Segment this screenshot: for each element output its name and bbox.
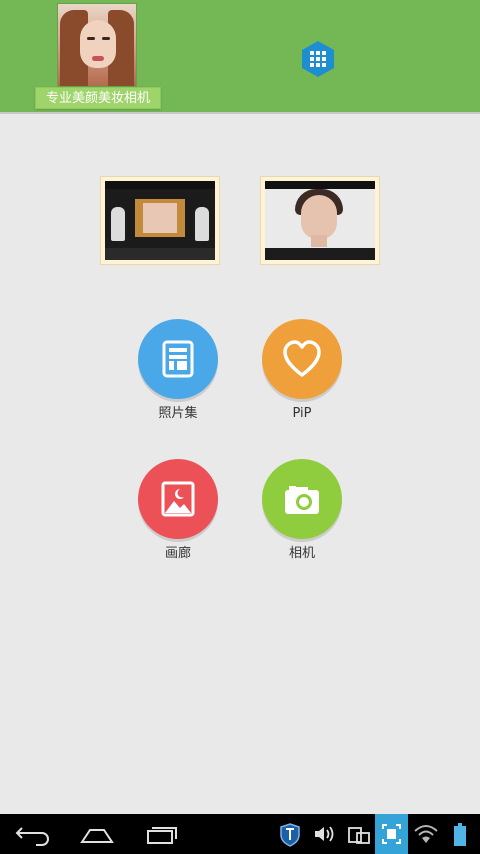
thumbnail-face	[301, 195, 337, 239]
app-header: 专业美颜美妆相机	[0, 0, 480, 114]
tile-camera[interactable]: 相机	[262, 459, 342, 563]
window-switch-icon	[348, 827, 370, 844]
volume-icon	[315, 826, 334, 842]
volume-tray-item[interactable]	[308, 814, 340, 854]
gallery-label: 画廊	[164, 546, 191, 561]
tile-pip[interactable]: PiP	[262, 319, 342, 423]
gallery-button[interactable]	[138, 459, 218, 539]
album-icon	[162, 340, 194, 378]
avatar-eye	[87, 37, 95, 40]
thumbnail-status-bar	[105, 181, 215, 189]
battery-tray-item[interactable]	[444, 814, 476, 854]
back-button[interactable]	[8, 814, 58, 854]
gallery-icon	[161, 481, 195, 517]
thumbnail-face	[143, 203, 177, 233]
album-button[interactable]	[138, 319, 218, 399]
battery-icon	[454, 823, 466, 846]
feature-thumbnail-frames[interactable]	[100, 176, 220, 265]
home-icon	[80, 829, 114, 843]
thumbnail-figure	[111, 207, 125, 241]
pip-label: PiP	[292, 406, 312, 421]
thumbnail-screen	[265, 181, 375, 260]
camera-label: 相机	[288, 546, 315, 561]
recent-apps-icon	[147, 827, 177, 844]
avatar[interactable]	[57, 3, 137, 87]
thumbnail-neck	[311, 235, 327, 247]
shield-icon	[280, 823, 300, 847]
screenshot-tray-item[interactable]	[375, 814, 408, 854]
home-button[interactable]	[72, 814, 122, 854]
wifi-tray-item[interactable]	[410, 814, 442, 854]
album-label: 照片集	[158, 406, 198, 421]
tile-gallery[interactable]: 画廊	[138, 459, 218, 563]
heart-icon	[283, 340, 321, 377]
thumbnail-status-bar	[265, 181, 375, 189]
screen-switch-tray-item[interactable]	[342, 814, 374, 854]
camera-button[interactable]	[262, 459, 342, 539]
pip-button[interactable]	[262, 319, 342, 399]
wifi-icon	[414, 825, 438, 843]
grid-menu-button[interactable]	[299, 40, 337, 78]
feature-thumbnail-beauty[interactable]	[260, 176, 380, 265]
system-navigation-bar	[0, 814, 480, 854]
thumbnail-figure	[195, 207, 209, 241]
security-tray-item[interactable]	[274, 814, 306, 854]
thumbnail-toolbar	[105, 248, 215, 260]
thumbnail-toolbar	[265, 248, 375, 260]
back-icon	[15, 827, 49, 846]
screenshot-icon	[382, 824, 401, 844]
thumbnail-screen	[105, 181, 215, 260]
tile-album[interactable]: 照片集	[138, 319, 218, 423]
avatar-eye	[102, 37, 110, 40]
grid-icon	[302, 41, 334, 77]
recent-apps-button[interactable]	[138, 814, 188, 854]
avatar-lips	[92, 56, 104, 61]
camera-icon	[285, 486, 319, 514]
brand-label[interactable]: 专业美颜美妆相机	[35, 87, 161, 109]
